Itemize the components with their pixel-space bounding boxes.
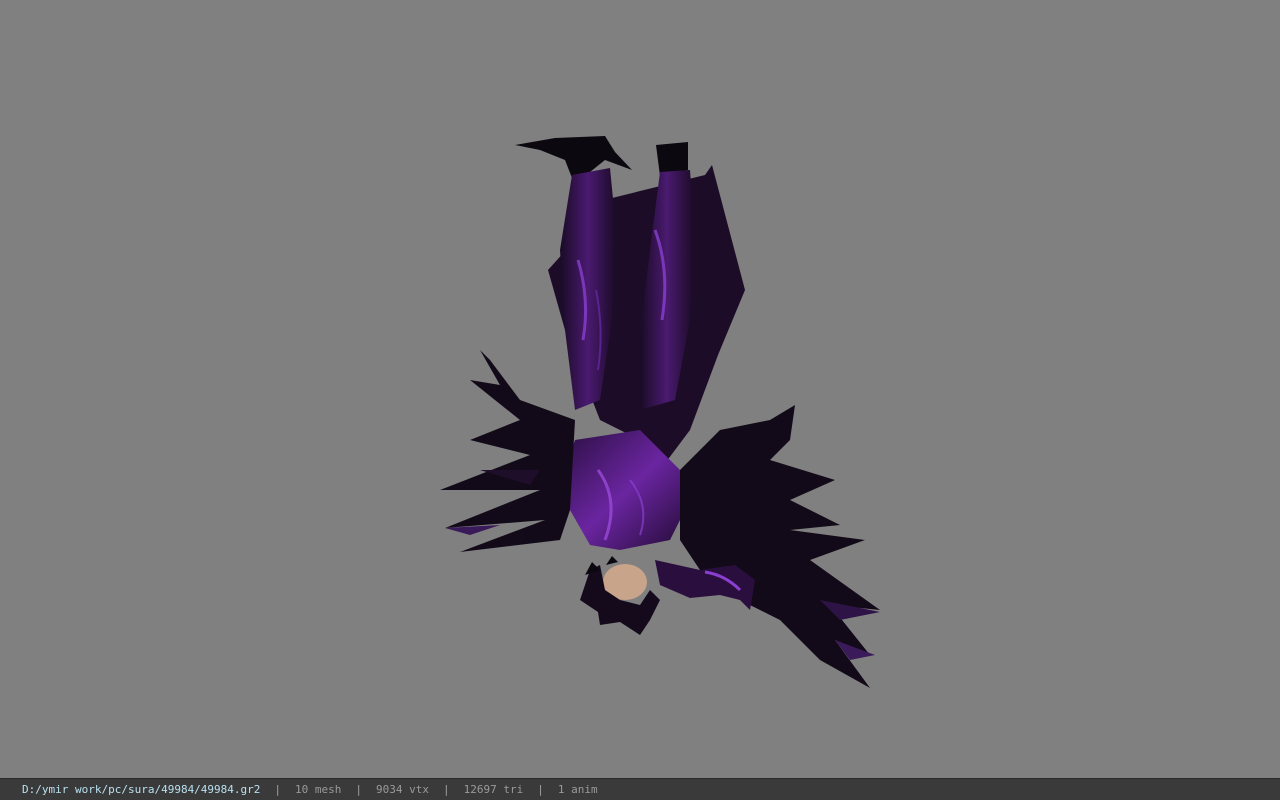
separator: | <box>274 783 282 796</box>
separator: | <box>443 783 450 796</box>
animation-count: 1 anim <box>557 783 598 796</box>
status-bar: D:/ymir work/pc/sura/49984/49984.gr2 | 10 … <box>0 778 1280 800</box>
file-path: D:/ymir work/pc/sura/49984/49984.gr2 <box>22 783 261 796</box>
left-wing <box>440 350 575 552</box>
right-wing <box>680 405 880 688</box>
vertex-count: 9034 vtx <box>376 783 430 796</box>
model-viewport[interactable] <box>0 0 1280 778</box>
separator: | <box>355 783 363 796</box>
triangle-count: 12697 tri <box>463 783 524 796</box>
left-boot <box>515 136 632 178</box>
separator: | <box>537 783 544 796</box>
mesh-count: 10 mesh <box>295 783 342 796</box>
character-model <box>440 136 880 688</box>
